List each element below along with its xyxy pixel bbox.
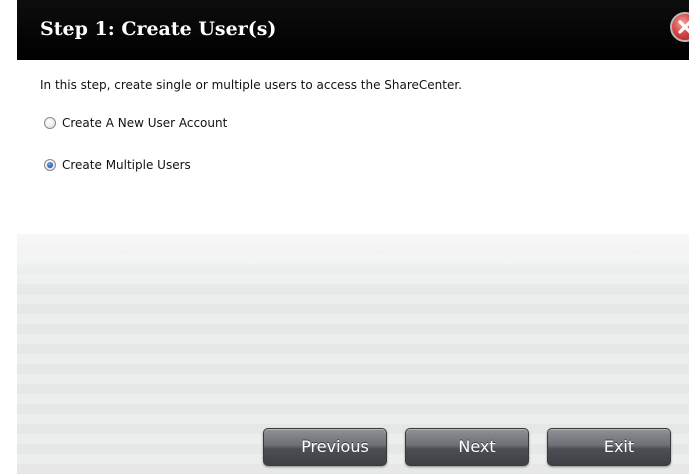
close-icon[interactable]: [670, 12, 689, 42]
create-multiple-users-option[interactable]: Create Multiple Users: [44, 157, 191, 173]
create-users-dialog: Step 1: Create User(s) In this step, cre…: [0, 0, 689, 474]
exit-button-label: Exit: [603, 437, 635, 456]
radio-create-new-user[interactable]: [44, 117, 56, 129]
previous-button-label: Previous: [301, 437, 369, 456]
dialog-titlebar: Step 1: Create User(s): [17, 0, 689, 60]
exit-button[interactable]: Exit: [547, 428, 671, 466]
next-button-label: Next: [458, 437, 496, 456]
create-multiple-users-label: Create Multiple Users: [62, 158, 191, 172]
next-button[interactable]: Next: [405, 428, 529, 466]
previous-button[interactable]: Previous: [263, 428, 387, 466]
create-new-user-option[interactable]: Create A New User Account: [44, 115, 227, 131]
dialog-title: Step 1: Create User(s): [40, 18, 277, 40]
step-instructions: In this step, create single or multiple …: [40, 78, 462, 92]
create-new-user-label: Create A New User Account: [62, 116, 228, 130]
dialog-content: In this step, create single or multiple …: [17, 60, 689, 474]
radio-create-multiple-users[interactable]: [44, 159, 56, 171]
